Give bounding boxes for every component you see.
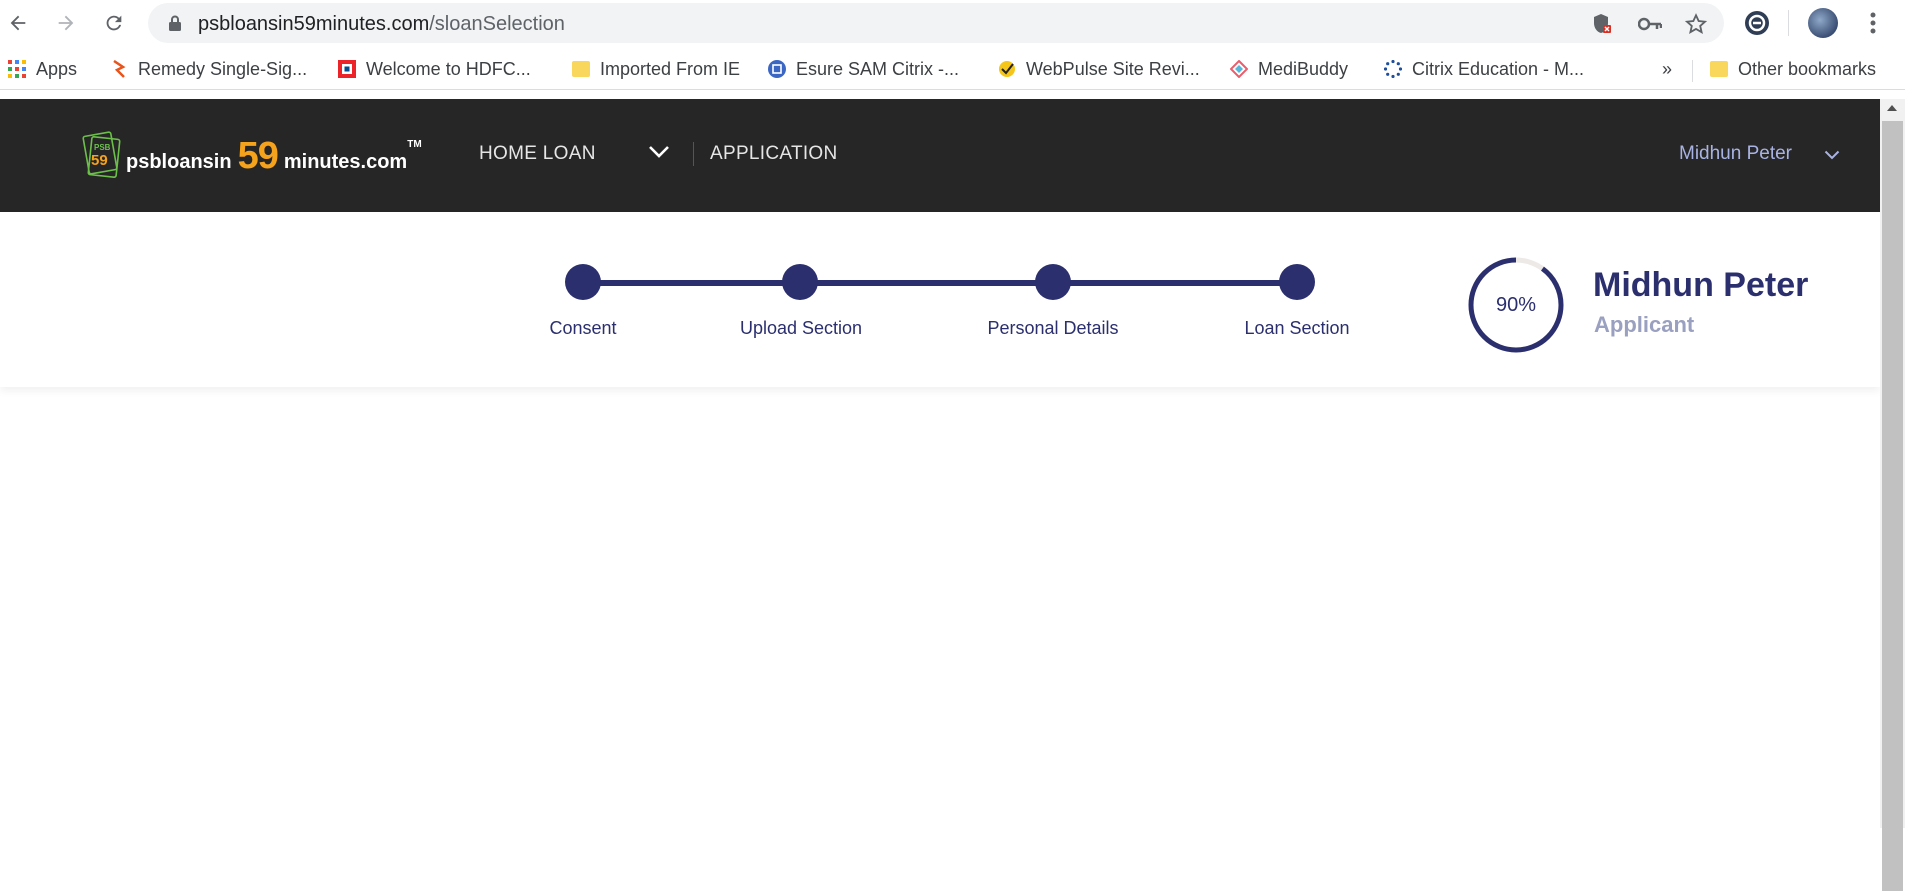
stepper-track [583,280,1298,286]
applicant-role: Applicant [1594,312,1695,337]
avatar [1808,8,1838,38]
step-label-loan-section[interactable]: Loan Section [1244,318,1349,339]
step-label-upload-section[interactable]: Upload Section [740,318,862,339]
scroll-up-arrow-icon[interactable] [1887,105,1897,111]
toolbar-divider [1788,10,1789,36]
bookmark-citrix-education[interactable]: Citrix Education - M... [1384,58,1584,80]
nav-application[interactable]: APPLICATION [710,143,838,165]
medibuddy-icon [1230,60,1248,78]
apps-grid-icon [8,60,26,78]
back-icon[interactable] [2,7,34,39]
svg-text:PSB: PSB [94,143,111,152]
other-bookmarks-label: Other bookmarks [1738,58,1877,79]
bookmarks-overflow-button[interactable]: » [1662,58,1672,80]
logo-trademark: TM [407,138,422,150]
step-dot-upload-section[interactable] [782,264,818,300]
bookmark-apps[interactable]: Apps [8,58,77,80]
bookmarks-divider [1692,60,1693,82]
menu-kebab-icon[interactable] [1858,8,1888,38]
star-icon[interactable] [1684,12,1708,36]
logo-suffix: minutes.com [283,150,408,173]
url-path: /sloanSelection [429,13,565,35]
esure-icon [768,60,786,78]
shield-blocked-icon[interactable] [1590,12,1614,36]
nav-home-loan[interactable]: HOME LOAN [479,143,596,165]
lock-icon [168,15,182,36]
extension-icon[interactable] [1742,8,1772,38]
remedy-icon [113,60,126,78]
citrix-icon [1384,60,1402,78]
logo-badge-icon: PSB 59 [82,131,121,178]
bookmark-label: Apps [36,58,78,79]
bookmark-label: Welcome to HDFC... [366,58,531,79]
url-host: psbloansin59minutes.com [198,13,430,35]
user-chevron-down-icon[interactable] [1824,147,1840,165]
nav-divider [693,142,694,166]
step-dot-personal-details[interactable] [1035,264,1071,300]
reload-icon[interactable] [98,7,130,39]
address-bar[interactable]: psbloansin59minutes.com/sloanSelection [148,3,1724,43]
bookmark-label: MediBuddy [1258,58,1349,79]
site-header: PSB 59 psbloansin 59 minutes.com TM HOME… [0,99,1880,212]
progress-panel: Consent Upload Section Personal Details … [0,212,1880,387]
logo-prefix: psbloansin [126,150,232,173]
browser-toolbar: psbloansin59minutes.com/sloanSelection [0,0,1905,46]
url-text: psbloansin59minutes.com/sloanSelection [198,13,565,36]
site-logo[interactable]: PSB 59 psbloansin 59 minutes.com TM [80,129,422,183]
folder-icon [572,61,590,77]
chevron-down-icon[interactable] [648,145,670,164]
bookmarks-bar: Apps Remedy Single-Sig... Welcome to HDF… [0,48,1905,90]
key-icon[interactable] [1638,12,1662,36]
completion-percent: 90% [1495,293,1537,316]
step-label-consent[interactable]: Consent [549,318,616,339]
hdfc-icon [338,60,356,78]
other-bookmarks[interactable]: Other bookmarks [1710,58,1876,80]
webpulse-icon [999,61,1015,77]
bookmark-label: Imported From IE [600,58,741,79]
page-scrollbar[interactable] [1880,99,1905,891]
logo-number: 59 [237,134,279,177]
step-dot-loan-section[interactable] [1279,264,1315,300]
bookmark-label: WebPulse Site Revi... [1026,58,1200,79]
folder-icon [1710,61,1728,77]
step-dot-consent[interactable] [565,264,601,300]
forward-icon[interactable] [50,7,82,39]
bookmark-imported-from-ie[interactable]: Imported From IE [572,58,740,80]
bookmark-remedy[interactable]: Remedy Single-Sig... [110,58,307,80]
profile-avatar[interactable] [1808,8,1838,38]
bookmark-label: Remedy Single-Sig... [138,58,308,79]
bookmark-hdfc[interactable]: Welcome to HDFC... [338,58,531,80]
step-label-personal-details[interactable]: Personal Details [987,318,1118,339]
scrollbar-thumb[interactable] [1882,121,1903,891]
bookmark-label: Citrix Education - M... [1412,58,1585,79]
bookmark-label: Esure SAM Citrix -... [796,58,960,79]
bookmark-esure[interactable]: Esure SAM Citrix -... [768,58,959,80]
svg-text:59: 59 [91,152,108,169]
applicant-name: Midhun Peter [1593,266,1809,304]
logo-wordmark: psbloansin 59 minutes.com TM [126,135,422,178]
bookmark-medibuddy[interactable]: MediBuddy [1230,58,1348,80]
user-menu-name[interactable]: Midhun Peter [1679,143,1792,165]
overflow-chevron-icon: » [1662,58,1673,79]
bookmark-webpulse[interactable]: WebPulse Site Revi... [998,58,1200,80]
